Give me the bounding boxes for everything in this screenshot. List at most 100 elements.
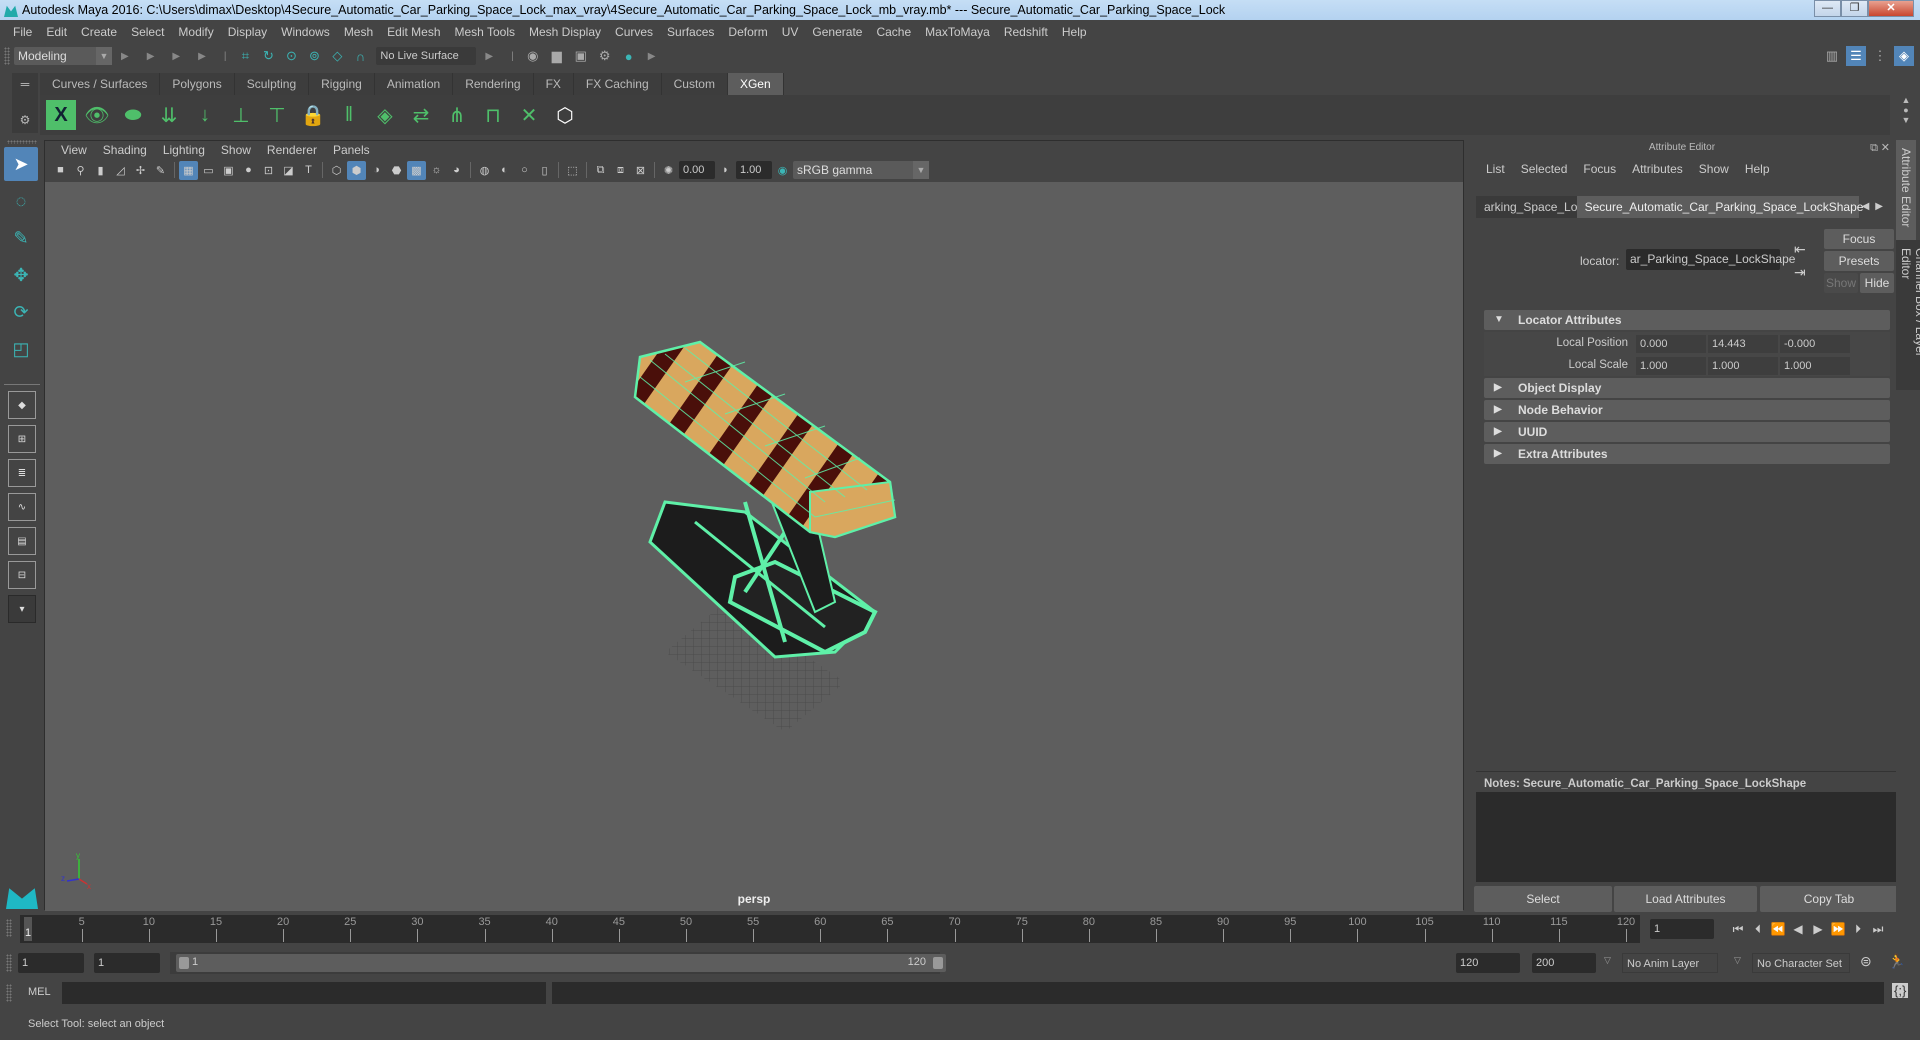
camera-attributes-icon[interactable]: ⚲: [71, 161, 90, 180]
view-transform-dropdown[interactable]: sRGB gamma ▼: [793, 161, 929, 179]
local-position-x[interactable]: 0.000: [1636, 335, 1706, 353]
menu-surfaces[interactable]: Surfaces: [660, 25, 721, 39]
local-position-y[interactable]: 14.443: [1708, 335, 1778, 353]
tab-transform-node[interactable]: arking_Space_Lock: [1476, 196, 1577, 218]
snap-view-plane-icon[interactable]: ⊚: [304, 46, 324, 66]
shadows-icon[interactable]: ◕: [447, 161, 466, 180]
ae-menu-show[interactable]: Show: [1691, 162, 1737, 176]
snap-curve-icon[interactable]: ↻: [258, 46, 278, 66]
animation-start-field[interactable]: 1: [18, 953, 84, 973]
isolate-select-icon[interactable]: ⬚: [563, 161, 582, 180]
menu-modify[interactable]: Modify: [171, 25, 220, 39]
copy-tab-button[interactable]: Copy Tab: [1760, 886, 1898, 912]
depth-of-field-icon[interactable]: ▯: [535, 161, 554, 180]
drag-handle[interactable]: [6, 954, 12, 972]
range-start-handle[interactable]: [179, 957, 189, 969]
viewport-menu-panels[interactable]: Panels: [325, 143, 378, 157]
tab-scroll-left-icon[interactable]: ◀: [1859, 196, 1873, 218]
ptex-map-icon[interactable]: ◈: [370, 100, 400, 130]
collapse-arrow-icon[interactable]: ▶: [198, 51, 206, 62]
collapse-arrow-icon[interactable]: ▶: [147, 51, 155, 62]
presets-button[interactable]: Presets: [1824, 251, 1894, 271]
film-gate-icon[interactable]: ▭: [199, 161, 218, 180]
add-guide-icon[interactable]: ⊥: [226, 100, 256, 130]
close-panel-icon[interactable]: ✕: [1881, 140, 1890, 156]
shelf-settings-gear-icon[interactable]: ⚙: [12, 113, 38, 127]
xgen-preview-icon[interactable]: 👁: [82, 100, 112, 130]
collapse-arrow-icon[interactable]: ▶: [485, 51, 493, 62]
restore-button[interactable]: ❐: [1841, 0, 1868, 17]
grease-pencil-icon[interactable]: ✎: [151, 161, 170, 180]
section-node-behavior[interactable]: ▶ Node Behavior: [1484, 400, 1890, 420]
menu-redshift[interactable]: Redshift: [997, 25, 1055, 39]
xgen-logo-icon[interactable]: ⬡: [550, 100, 580, 130]
grid-toggle-icon[interactable]: ▦: [179, 160, 198, 180]
xgen-clear-preview-icon[interactable]: ⬬: [118, 100, 148, 130]
persp-graph-layout-icon[interactable]: ∿: [8, 493, 36, 521]
four-pane-layout-icon[interactable]: ⊞: [8, 425, 36, 453]
viewport-menu-show[interactable]: Show: [213, 143, 259, 157]
gate-mask-icon[interactable]: ●: [239, 161, 258, 180]
collapse-arrow-icon[interactable]: ▶: [121, 51, 129, 62]
attribute-editor-toggle-icon[interactable]: ☰: [1846, 46, 1866, 66]
snap-point-icon[interactable]: ⊙: [281, 46, 301, 66]
show-button[interactable]: Show: [1824, 273, 1858, 293]
safe-action-icon[interactable]: ◪: [279, 161, 298, 180]
character-set-chevron-icon[interactable]: ▽: [1734, 955, 1741, 966]
render-view-icon[interactable]: ◉: [523, 46, 543, 66]
exposure-icon[interactable]: ✺: [659, 161, 678, 180]
lock-guide-icon[interactable]: 🔒: [298, 100, 328, 130]
menu-cache[interactable]: Cache: [869, 25, 918, 39]
modeling-toolkit-icon[interactable]: ▥: [1822, 46, 1842, 66]
render-settings-icon[interactable]: ⚙: [595, 46, 615, 66]
wireframe-icon[interactable]: ⬡: [327, 161, 346, 180]
ae-menu-attributes[interactable]: Attributes: [1624, 162, 1691, 176]
viewport-menu-view[interactable]: View: [53, 143, 95, 157]
section-extra-attributes[interactable]: ▶ Extra Attributes: [1484, 444, 1890, 464]
multisample-aa-icon[interactable]: ○: [515, 161, 534, 180]
animation-end-field[interactable]: 200: [1532, 953, 1596, 973]
motion-blur-icon[interactable]: ◐: [495, 161, 514, 180]
split-guides-icon[interactable]: ‖: [334, 100, 364, 130]
go-to-start-icon[interactable]: ⏮: [1728, 919, 1748, 939]
shelf-tab-curves-surfaces[interactable]: Curves / Surfaces: [40, 73, 161, 95]
guide-visibility-icon[interactable]: ⊤: [262, 100, 292, 130]
select-guide-icon[interactable]: ⋔: [442, 100, 472, 130]
guide-to-curve-icon[interactable]: ⇄: [406, 100, 436, 130]
viewport-canvas[interactable]: y z x persp: [45, 182, 1463, 911]
step-back-key-icon[interactable]: ⏪: [1768, 919, 1788, 939]
menu-create[interactable]: Create: [74, 25, 124, 39]
close-button[interactable]: ✕: [1868, 0, 1914, 17]
notes-textarea[interactable]: [1476, 792, 1896, 882]
scale-tool-icon[interactable]: ◰: [4, 332, 38, 366]
place-guides-icon[interactable]: ↓: [190, 100, 220, 130]
shelf-tab-fx[interactable]: FX: [533, 73, 574, 95]
local-position-z[interactable]: -0.000: [1780, 335, 1850, 353]
auto-key-icon[interactable]: ⊜: [1860, 953, 1872, 970]
menu-mesh-display[interactable]: Mesh Display: [522, 25, 608, 39]
textured-icon[interactable]: ▩: [407, 160, 426, 180]
drag-handle[interactable]: [7, 140, 37, 144]
section-uuid[interactable]: ▶ UUID: [1484, 422, 1890, 442]
animation-preferences-icon[interactable]: 🏃: [1888, 953, 1905, 970]
menu-mesh[interactable]: Mesh: [337, 25, 380, 39]
menu-set-dropdown[interactable]: Modeling ▼: [14, 47, 112, 65]
persp-outliner-graph-layout-icon[interactable]: ⊟: [8, 561, 36, 589]
step-forward-key-icon[interactable]: ⏩: [1828, 919, 1848, 939]
playback-start-field[interactable]: 1: [94, 953, 160, 973]
step-back-frame-icon[interactable]: ⏴: [1748, 919, 1768, 939]
output-connections-icon[interactable]: ⇥: [1794, 264, 1806, 281]
range-slider-bar[interactable]: 1 120: [176, 954, 946, 972]
viewport-menu-shading[interactable]: Shading: [95, 143, 155, 157]
ae-menu-help[interactable]: Help: [1737, 162, 1778, 176]
lasso-tool-icon[interactable]: ◌: [4, 184, 38, 218]
collapse-arrow-icon[interactable]: ▶: [648, 51, 656, 62]
xray-icon[interactable]: ⬣: [387, 161, 406, 180]
menu-uv[interactable]: UV: [775, 25, 806, 39]
ipr-render-icon[interactable]: ▣: [571, 46, 591, 66]
menu-windows[interactable]: Windows: [274, 25, 337, 39]
single-pane-layout-icon[interactable]: ◆: [8, 391, 36, 419]
rotate-tool-icon[interactable]: ⟳: [4, 295, 38, 329]
hide-button[interactable]: Hide: [1860, 273, 1894, 293]
cv-guide-icon[interactable]: ⊓: [478, 100, 508, 130]
